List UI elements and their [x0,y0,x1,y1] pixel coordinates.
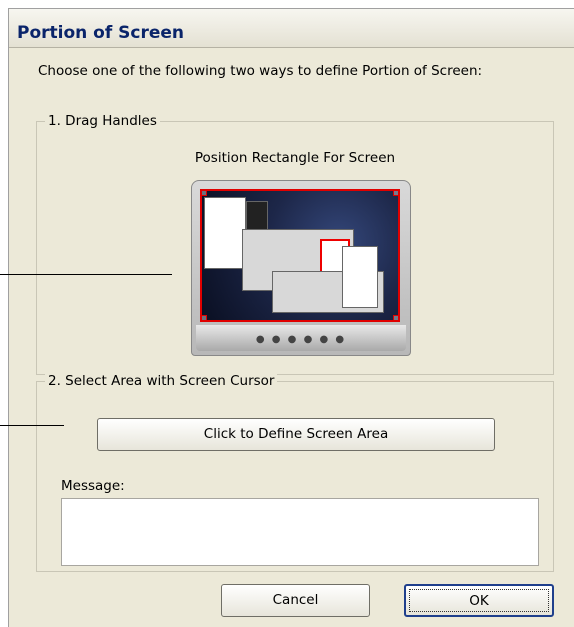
dialog-title: Portion of Screen [17,23,185,43]
monitor-caption: Position Rectangle For Screen [194,150,396,166]
drag-handles-group: 1. Drag Handles Position Rectangle For S… [36,113,554,375]
resize-handle-bottom-right[interactable] [393,315,398,320]
preview-window [204,197,246,269]
select-area-group-label: 2. Select Area with Screen Cursor [45,373,278,389]
monitor-buttons: ● ● ● ● ● ● [255,334,347,345]
portion-of-screen-dialog: Portion of Screen Choose one of the foll… [8,8,574,627]
preview-window [342,246,378,308]
callout-line-drag-handles [0,274,172,275]
ok-button[interactable]: OK [404,584,554,617]
resize-handle-top-right[interactable] [393,191,398,196]
callout-line-select-area [0,425,64,426]
monitor-preview: ● ● ● ● ● ● [191,180,411,356]
message-label: Message: [61,478,125,494]
cancel-button[interactable]: Cancel [221,584,370,617]
drag-handles-group-label: 1. Drag Handles [45,113,160,129]
dialog-titlebar[interactable]: Portion of Screen [9,9,574,48]
ok-focus-rect [409,589,549,612]
resize-handle-bottom-left[interactable] [202,315,207,320]
define-screen-area-button[interactable]: Click to Define Screen Area [97,418,495,451]
message-box [61,498,539,566]
screen-preview[interactable] [200,189,400,322]
resize-handle-top-left[interactable] [202,191,207,196]
intro-text: Choose one of the following two ways to … [38,63,483,79]
select-area-group: 2. Select Area with Screen Cursor Click … [36,373,554,572]
